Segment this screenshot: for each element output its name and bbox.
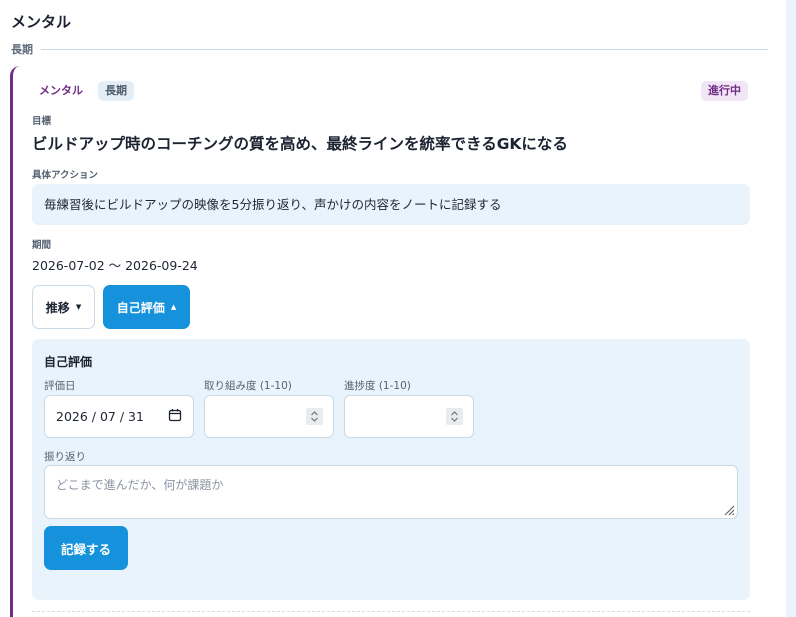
self-eval-button-label: 自己評価 (116, 300, 165, 315)
trend-button-label: 推移 (45, 300, 70, 315)
resize-grip-icon[interactable] (723, 504, 735, 516)
right-scroll-strip (786, 0, 796, 617)
trend-button[interactable]: 推移 ▼ (32, 285, 95, 329)
progress-label: 進捗度 (1-10) (344, 380, 411, 392)
status-badge: 進行中 (701, 81, 748, 101)
period-field-label: 期間 (32, 240, 52, 251)
spinner-icon[interactable] (446, 408, 463, 425)
calendar-icon[interactable] (168, 408, 182, 425)
card-divider (32, 611, 750, 612)
eval-date-value: 2026 / 07 / 31 (56, 409, 144, 424)
period-label: 長期 (11, 43, 33, 56)
divider-line (41, 48, 768, 50)
caret-down-icon: ▼ (75, 303, 82, 311)
period-divider: 長期 (11, 41, 768, 57)
progress-input[interactable] (344, 395, 474, 438)
record-button[interactable]: 記録する (44, 526, 128, 570)
reflection-label: 振り返り (44, 451, 86, 463)
self-eval-title: 自己評価 (44, 355, 93, 369)
action-text: 毎練習後にビルドアップの映像を5分振り返り、声かけの内容をノートに記録する (32, 184, 750, 225)
goal-card: メンタル 長期 進行中 目標 ビルドアップ時のコーチングの質を高め、最終ラインを… (10, 66, 770, 617)
effort-label: 取り組み度 (1-10) (204, 380, 292, 392)
effort-input[interactable] (204, 395, 334, 438)
action-label: 具体アクション (32, 170, 99, 181)
spinner-icon[interactable] (306, 408, 323, 425)
date-range: 2026-07-02 〜 2026-09-24 (32, 258, 198, 273)
self-eval-toggle-button[interactable]: 自己評価 ▲ (103, 285, 190, 329)
goal-text: ビルドアップ時のコーチングの質を高め、最終ラインを統率できるGKになる (32, 135, 568, 153)
self-eval-panel: 自己評価 評価日 取り組み度 (1-10) 進捗度 (1-10) 2026 / … (32, 339, 750, 600)
caret-up-icon: ▲ (170, 303, 177, 311)
section-title: メンタル (11, 13, 72, 31)
eval-date-label: 評価日 (44, 380, 76, 392)
term-tag: 長期 (98, 81, 134, 101)
category-tag: メンタル (39, 84, 83, 97)
reflection-textarea[interactable]: どこまで進んだか、何が課題か (44, 465, 738, 519)
eval-date-input[interactable]: 2026 / 07 / 31 (44, 395, 194, 438)
reflection-placeholder: どこまで進んだか、何が課題か (56, 478, 224, 492)
goal-label: 目標 (32, 116, 52, 127)
